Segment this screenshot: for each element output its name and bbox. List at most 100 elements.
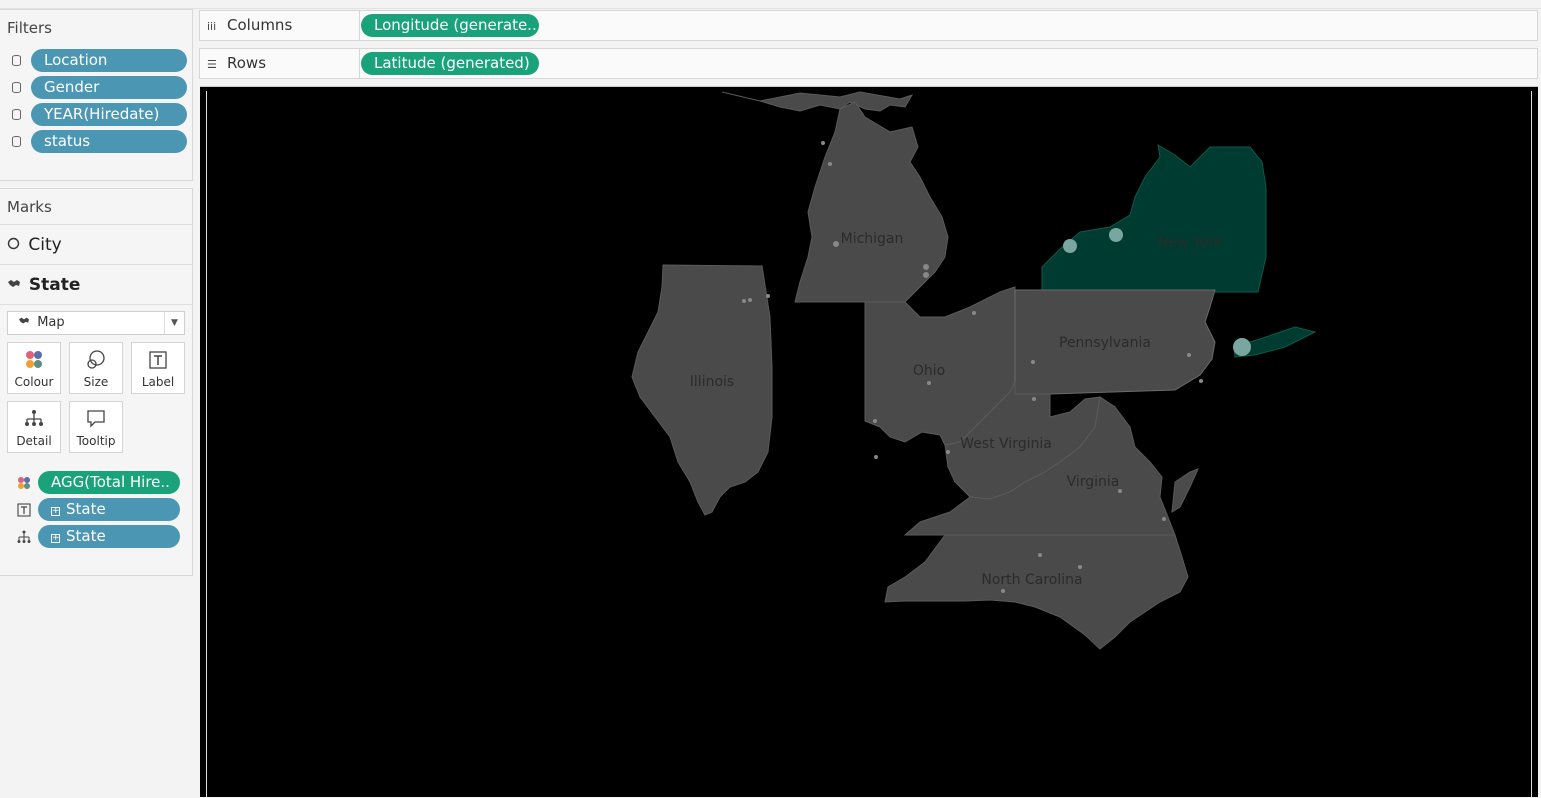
city-dot[interactable]: [748, 298, 752, 302]
filter-pill[interactable]: Location: [31, 49, 187, 72]
columns-pill[interactable]: Longitude (generate..: [361, 14, 539, 37]
label-icon: [17, 502, 31, 517]
city-dot[interactable]: [923, 264, 929, 270]
city-dot[interactable]: [1199, 379, 1203, 383]
colour-button[interactable]: Colour: [7, 342, 61, 394]
label-label: Label: [141, 375, 175, 389]
city-dot[interactable]: [874, 455, 878, 459]
city-dot[interactable]: [946, 450, 950, 454]
encoding-pill[interactable]: + State: [38, 498, 180, 521]
divider: [0, 264, 193, 265]
columns-shelf-label: iii Columns: [200, 11, 360, 40]
dimension-icon: [12, 136, 21, 147]
marks-layer-city[interactable]: City: [7, 235, 62, 255]
filters-title: Filters: [7, 19, 52, 37]
city-dot[interactable]: [923, 272, 929, 278]
size-label: Size: [83, 375, 109, 389]
filters-card: Filters Location Gender YEAR(Hiredate) s…: [0, 9, 193, 181]
divider: [0, 224, 193, 225]
encoding-pill[interactable]: AGG(Total Hire..: [38, 471, 180, 494]
marks-title: Marks: [7, 198, 52, 216]
encoding-pill-label: State: [66, 500, 106, 518]
city-dot[interactable]: [1162, 517, 1166, 521]
state-michigan[interactable]: [721, 91, 914, 112]
filter-item-status[interactable]: status: [0, 129, 193, 156]
state-virginia[interactable]: [1171, 468, 1199, 513]
state-illinois[interactable]: [631, 264, 773, 516]
state-label: Illinois: [690, 374, 734, 390]
size-icon: [85, 349, 107, 371]
rows-shelf-label: ☰ Rows: [200, 49, 360, 78]
city-dot[interactable]: [742, 299, 746, 303]
columns-icon: iii: [207, 20, 217, 33]
encoding-detail[interactable]: + State: [0, 524, 193, 550]
map-canvas[interactable]: Michigan New York Illinois Ohio Pennsylv…: [200, 87, 1538, 798]
marks-layer-label: State: [28, 275, 81, 295]
state-label: West Virginia: [960, 436, 1052, 452]
filter-item-year-hiredate[interactable]: YEAR(Hiredate): [0, 102, 193, 129]
city-dot[interactable]: [927, 381, 931, 385]
label-button[interactable]: Label: [131, 342, 185, 394]
filter-pill[interactable]: status: [31, 130, 187, 153]
map-icon: [18, 317, 33, 329]
city-dot[interactable]: [1032, 397, 1036, 401]
detail-icon: [17, 529, 31, 543]
map-icon: [7, 278, 23, 293]
city-dot[interactable]: [1233, 338, 1251, 356]
detail-button[interactable]: Detail: [7, 401, 61, 453]
encoding-pill[interactable]: + State: [38, 525, 180, 548]
marks-layer-label: City: [28, 235, 62, 255]
dimension-icon: [12, 55, 21, 66]
state-label: North Carolina: [981, 572, 1082, 588]
expand-icon[interactable]: +: [51, 507, 60, 516]
colour-label: Colour: [14, 375, 54, 389]
state-label: New York: [1158, 235, 1223, 251]
chevron-down-icon[interactable]: ▼: [164, 312, 184, 334]
map-view[interactable]: Michigan New York Illinois Ohio Pennsylv…: [200, 86, 1538, 797]
state-new-york[interactable]: [1041, 144, 1267, 293]
marks-card: Marks City State Map ▼ Colour Size Label…: [0, 188, 193, 576]
filter-item-gender[interactable]: Gender: [0, 75, 193, 102]
size-button[interactable]: Size: [69, 342, 123, 394]
city-dot[interactable]: [821, 141, 825, 145]
encoding-pill-label: State: [66, 527, 106, 545]
city-dot[interactable]: [1001, 589, 1005, 593]
encoding-colour[interactable]: AGG(Total Hire..: [0, 470, 193, 496]
expand-icon[interactable]: +: [51, 534, 60, 543]
tooltip-button[interactable]: Tooltip: [69, 401, 123, 453]
state-michigan[interactable]: [794, 101, 949, 303]
rows-icon: ☰: [207, 58, 217, 71]
rows-shelf[interactable]: ☰ Rows Latitude (generated): [199, 48, 1538, 79]
city-dot[interactable]: [1109, 228, 1123, 242]
city-dot[interactable]: [766, 294, 770, 298]
mark-type-select[interactable]: Map ▼: [7, 311, 185, 335]
detail-icon: [23, 408, 45, 430]
filter-item-location[interactable]: Location: [0, 48, 193, 75]
mark-type-value: Map: [37, 315, 65, 330]
city-dot[interactable]: [833, 241, 839, 247]
encoding-label[interactable]: + State: [0, 497, 193, 523]
city-dot[interactable]: [972, 311, 976, 315]
city-dot[interactable]: [828, 162, 832, 166]
circle-icon: [7, 237, 23, 253]
state-label: Pennsylvania: [1059, 335, 1151, 351]
filter-pill[interactable]: Gender: [31, 76, 187, 99]
columns-shelf[interactable]: iii Columns Longitude (generate..: [199, 10, 1538, 41]
city-dot[interactable]: [1187, 353, 1191, 357]
city-dot[interactable]: [873, 419, 877, 423]
city-dot[interactable]: [1063, 239, 1077, 253]
tooltip-label: Tooltip: [76, 434, 116, 448]
city-dot[interactable]: [1078, 565, 1082, 569]
dimension-icon: [12, 109, 21, 120]
marks-layer-state[interactable]: State: [7, 275, 80, 295]
detail-label: Detail: [16, 434, 52, 448]
state-label: Ohio: [913, 363, 945, 379]
colour-icon: [17, 475, 31, 489]
rows-pill[interactable]: Latitude (generated): [361, 52, 539, 75]
state-label: Virginia: [1067, 474, 1120, 490]
city-dot[interactable]: [1038, 553, 1042, 557]
state-north-carolina[interactable]: [884, 534, 1189, 650]
city-dot[interactable]: [1031, 360, 1035, 364]
divider: [0, 304, 193, 305]
filter-pill[interactable]: YEAR(Hiredate): [31, 103, 187, 126]
